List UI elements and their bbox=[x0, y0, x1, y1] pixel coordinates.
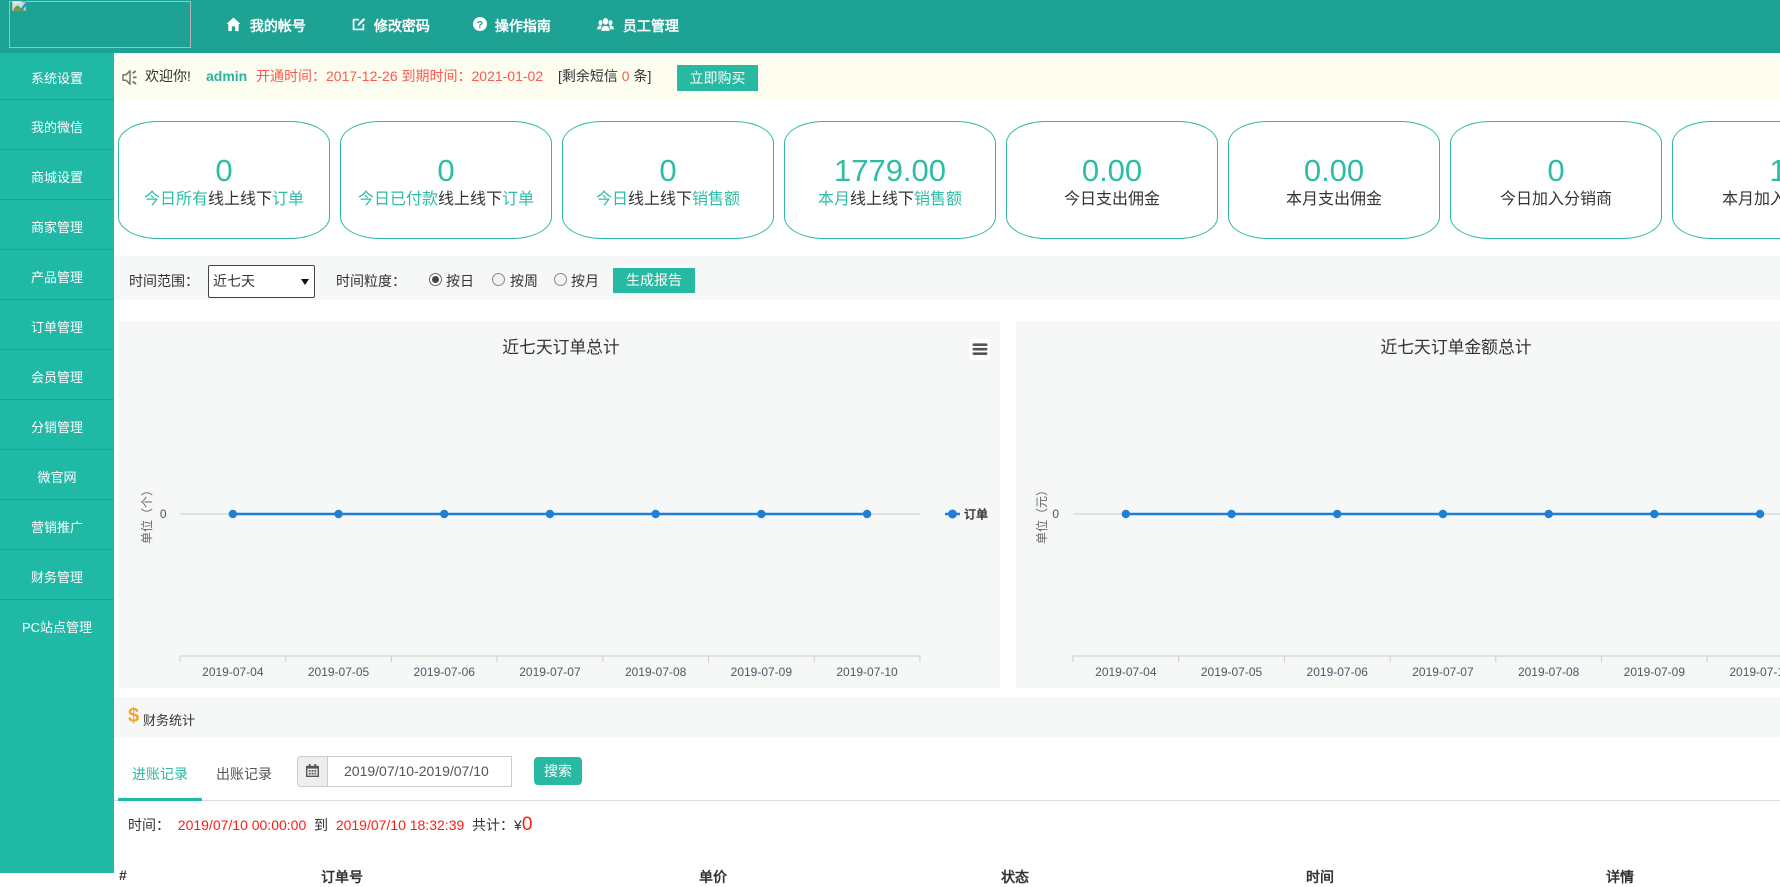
svg-text:2019-07-07: 2019-07-07 bbox=[1412, 665, 1474, 679]
svg-text:2019-07-06: 2019-07-06 bbox=[1307, 665, 1369, 679]
svg-text:2019-07-10: 2019-07-10 bbox=[836, 665, 898, 679]
svg-text:2019-07-08: 2019-07-08 bbox=[1518, 665, 1580, 679]
svg-text:近七天订单总计: 近七天订单总计 bbox=[502, 338, 620, 357]
svg-text:2019-07-04: 2019-07-04 bbox=[202, 665, 264, 679]
svg-text:2019-07-05: 2019-07-05 bbox=[1201, 665, 1263, 679]
svg-text:订单: 订单 bbox=[964, 507, 988, 522]
svg-text:2019-07-07: 2019-07-07 bbox=[519, 665, 581, 679]
svg-text:0: 0 bbox=[160, 507, 167, 521]
svg-text:2019-07-05: 2019-07-05 bbox=[308, 665, 370, 679]
svg-text:单位（个）: 单位（个） bbox=[139, 484, 154, 544]
svg-text:2019-07-09: 2019-07-09 bbox=[1624, 665, 1686, 679]
svg-text:2019-07-06: 2019-07-06 bbox=[414, 665, 476, 679]
svg-text:2019-07-10: 2019-07-10 bbox=[1729, 665, 1780, 679]
svg-text:?: ? bbox=[477, 19, 483, 31]
svg-text:单位（元）: 单位（元） bbox=[1034, 484, 1049, 544]
svg-text:2019-07-04: 2019-07-04 bbox=[1095, 665, 1157, 679]
svg-text:近七天订单金额总计: 近七天订单金额总计 bbox=[1380, 338, 1531, 357]
svg-text:2019-07-08: 2019-07-08 bbox=[625, 665, 687, 679]
svg-text:0: 0 bbox=[1052, 507, 1059, 521]
svg-text:2019-07-09: 2019-07-09 bbox=[731, 665, 793, 679]
